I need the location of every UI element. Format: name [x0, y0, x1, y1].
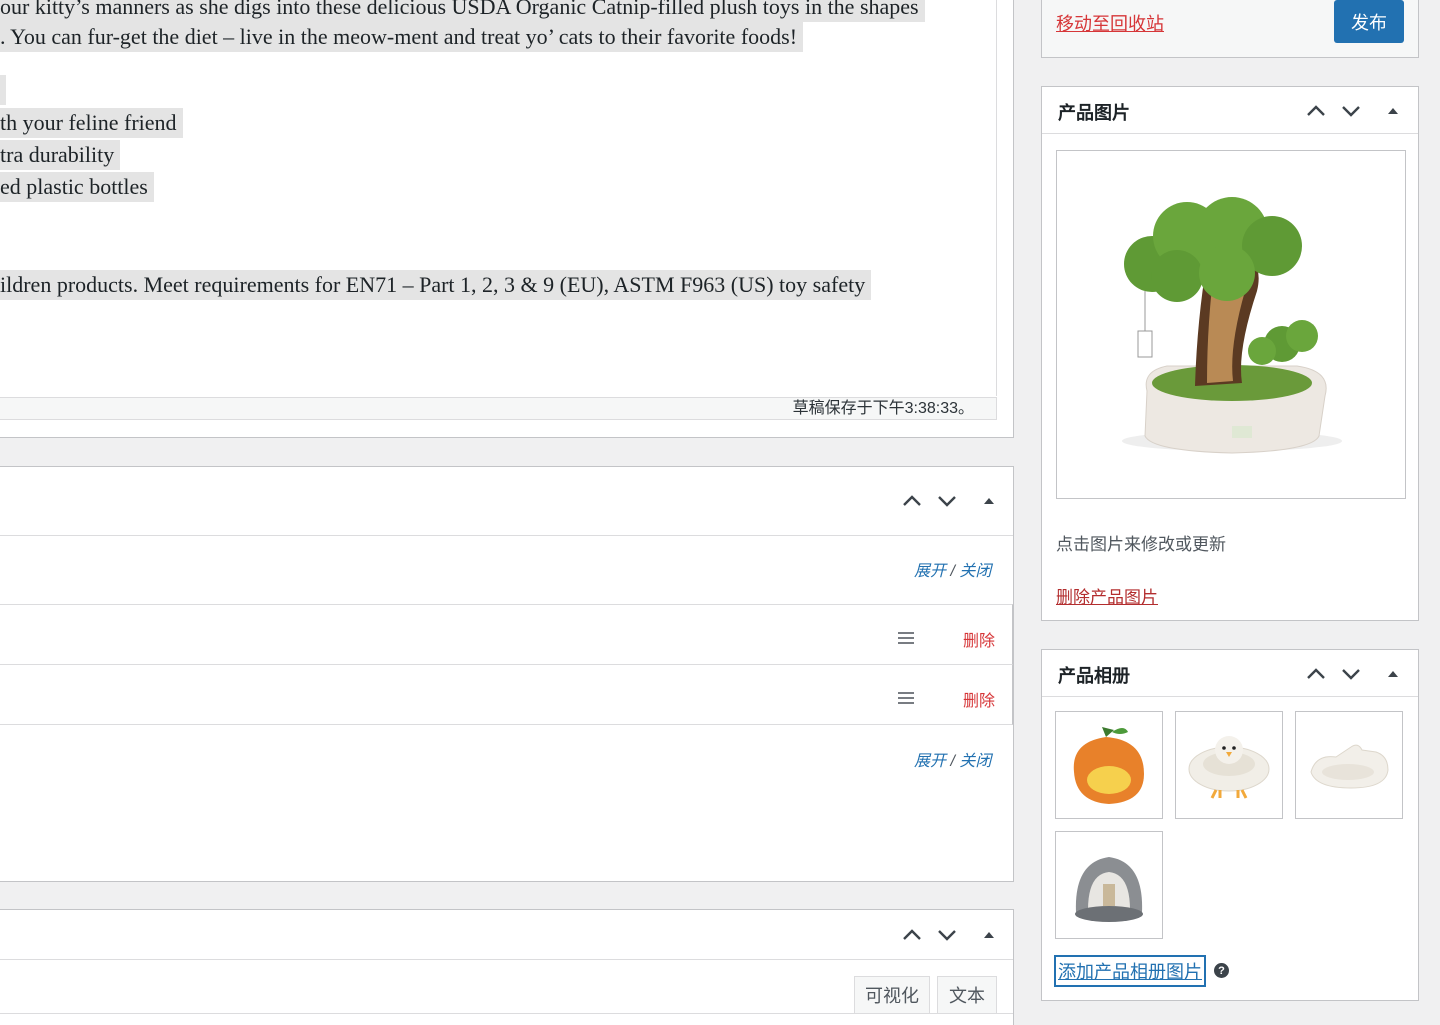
close-all-link[interactable]: 关闭	[959, 563, 991, 580]
move-to-trash-link[interactable]: 移动至回收站	[1056, 10, 1164, 36]
hand-bed-image	[1310, 744, 1389, 789]
gallery-thumbnail-1[interactable]	[1055, 711, 1163, 819]
drag-handle-icon[interactable]	[898, 692, 914, 704]
editor-empty-line-highlight	[0, 75, 6, 105]
product-image-title: 产品图片	[1058, 103, 1130, 123]
tab-visual[interactable]: 可视化	[854, 976, 930, 1014]
cat-tree-bed-image	[1122, 197, 1342, 454]
question-circle-icon[interactable]: ?	[1214, 963, 1229, 978]
chick-bed-image	[1188, 736, 1270, 799]
expand-all-link[interactable]: 展开	[914, 753, 946, 770]
toggle-panel-icon[interactable]	[1380, 98, 1406, 124]
move-up-icon[interactable]	[899, 922, 925, 948]
links-separator: /	[946, 563, 960, 580]
editor-list-item-2: tra durability	[0, 140, 121, 170]
draft-saved-status: 草稿保存于下午3:38:33。	[792, 400, 974, 417]
delete-attribute-link-2[interactable]: 删除	[963, 687, 995, 711]
editor-list-item-3: ed plastic bottles	[0, 172, 154, 202]
move-up-icon[interactable]	[1303, 661, 1329, 687]
move-down-icon[interactable]	[934, 488, 960, 514]
publish-button[interactable]: 发布	[1334, 0, 1404, 43]
move-down-icon[interactable]	[934, 922, 960, 948]
product-image-hint: 点击图片来修改或更新	[1056, 535, 1226, 554]
drag-handle-icon[interactable]	[898, 632, 914, 644]
links-separator: /	[946, 753, 960, 770]
editor-list-item-1: th your feline friend	[0, 108, 183, 138]
product-image-thumbnail[interactable]	[1056, 150, 1406, 499]
gallery-thumbnail-4[interactable]	[1055, 831, 1163, 939]
content-editor-panel	[0, 0, 1014, 438]
attribute-row-1	[0, 604, 1013, 665]
move-down-icon[interactable]	[1338, 98, 1364, 124]
move-up-icon[interactable]	[899, 488, 925, 514]
product-gallery-title: 产品相册	[1058, 666, 1130, 686]
toggle-panel-icon[interactable]	[1380, 661, 1406, 687]
editor-toolbar-line	[0, 1013, 1013, 1014]
close-all-link[interactable]: 关闭	[959, 753, 991, 770]
toggle-panel-icon[interactable]	[976, 488, 1002, 514]
tab-text[interactable]: 文本	[937, 976, 997, 1014]
short-description-header	[0, 910, 1013, 960]
expand-close-links-bottom: 展开 / 关闭	[914, 747, 991, 771]
add-gallery-images-link[interactable]: 添加产品相册图片	[1054, 955, 1206, 987]
product-attributes-box	[0, 466, 1014, 882]
toggle-panel-icon[interactable]	[976, 922, 1002, 948]
gallery-thumbnail-2[interactable]	[1175, 711, 1283, 819]
expand-all-link[interactable]: 展开	[914, 563, 946, 580]
move-up-icon[interactable]	[1303, 98, 1329, 124]
product-gallery-box	[1041, 649, 1419, 1001]
draft-status-bar: 草稿保存于下午3:38:33。	[0, 397, 997, 420]
remove-product-image-link[interactable]: 删除产品图片	[1056, 583, 1158, 608]
attributes-box-header	[0, 467, 1013, 536]
move-down-icon[interactable]	[1338, 661, 1364, 687]
orange-bed-image	[1073, 727, 1144, 804]
gallery-thumbnail-3[interactable]	[1295, 711, 1403, 819]
expand-close-links-top: 展开 / 关闭	[914, 557, 991, 581]
attribute-row-2	[0, 665, 1013, 725]
editor-line-2: . You can fur-get the diet – live in the…	[0, 22, 804, 52]
editor-line-1: our kitty’s manners as she digs into the…	[0, 0, 925, 22]
dome-bed-image	[1075, 857, 1143, 922]
delete-attribute-link-1[interactable]: 删除	[963, 627, 995, 651]
editor-line-safety: ildren products. Meet requirements for E…	[0, 270, 872, 300]
